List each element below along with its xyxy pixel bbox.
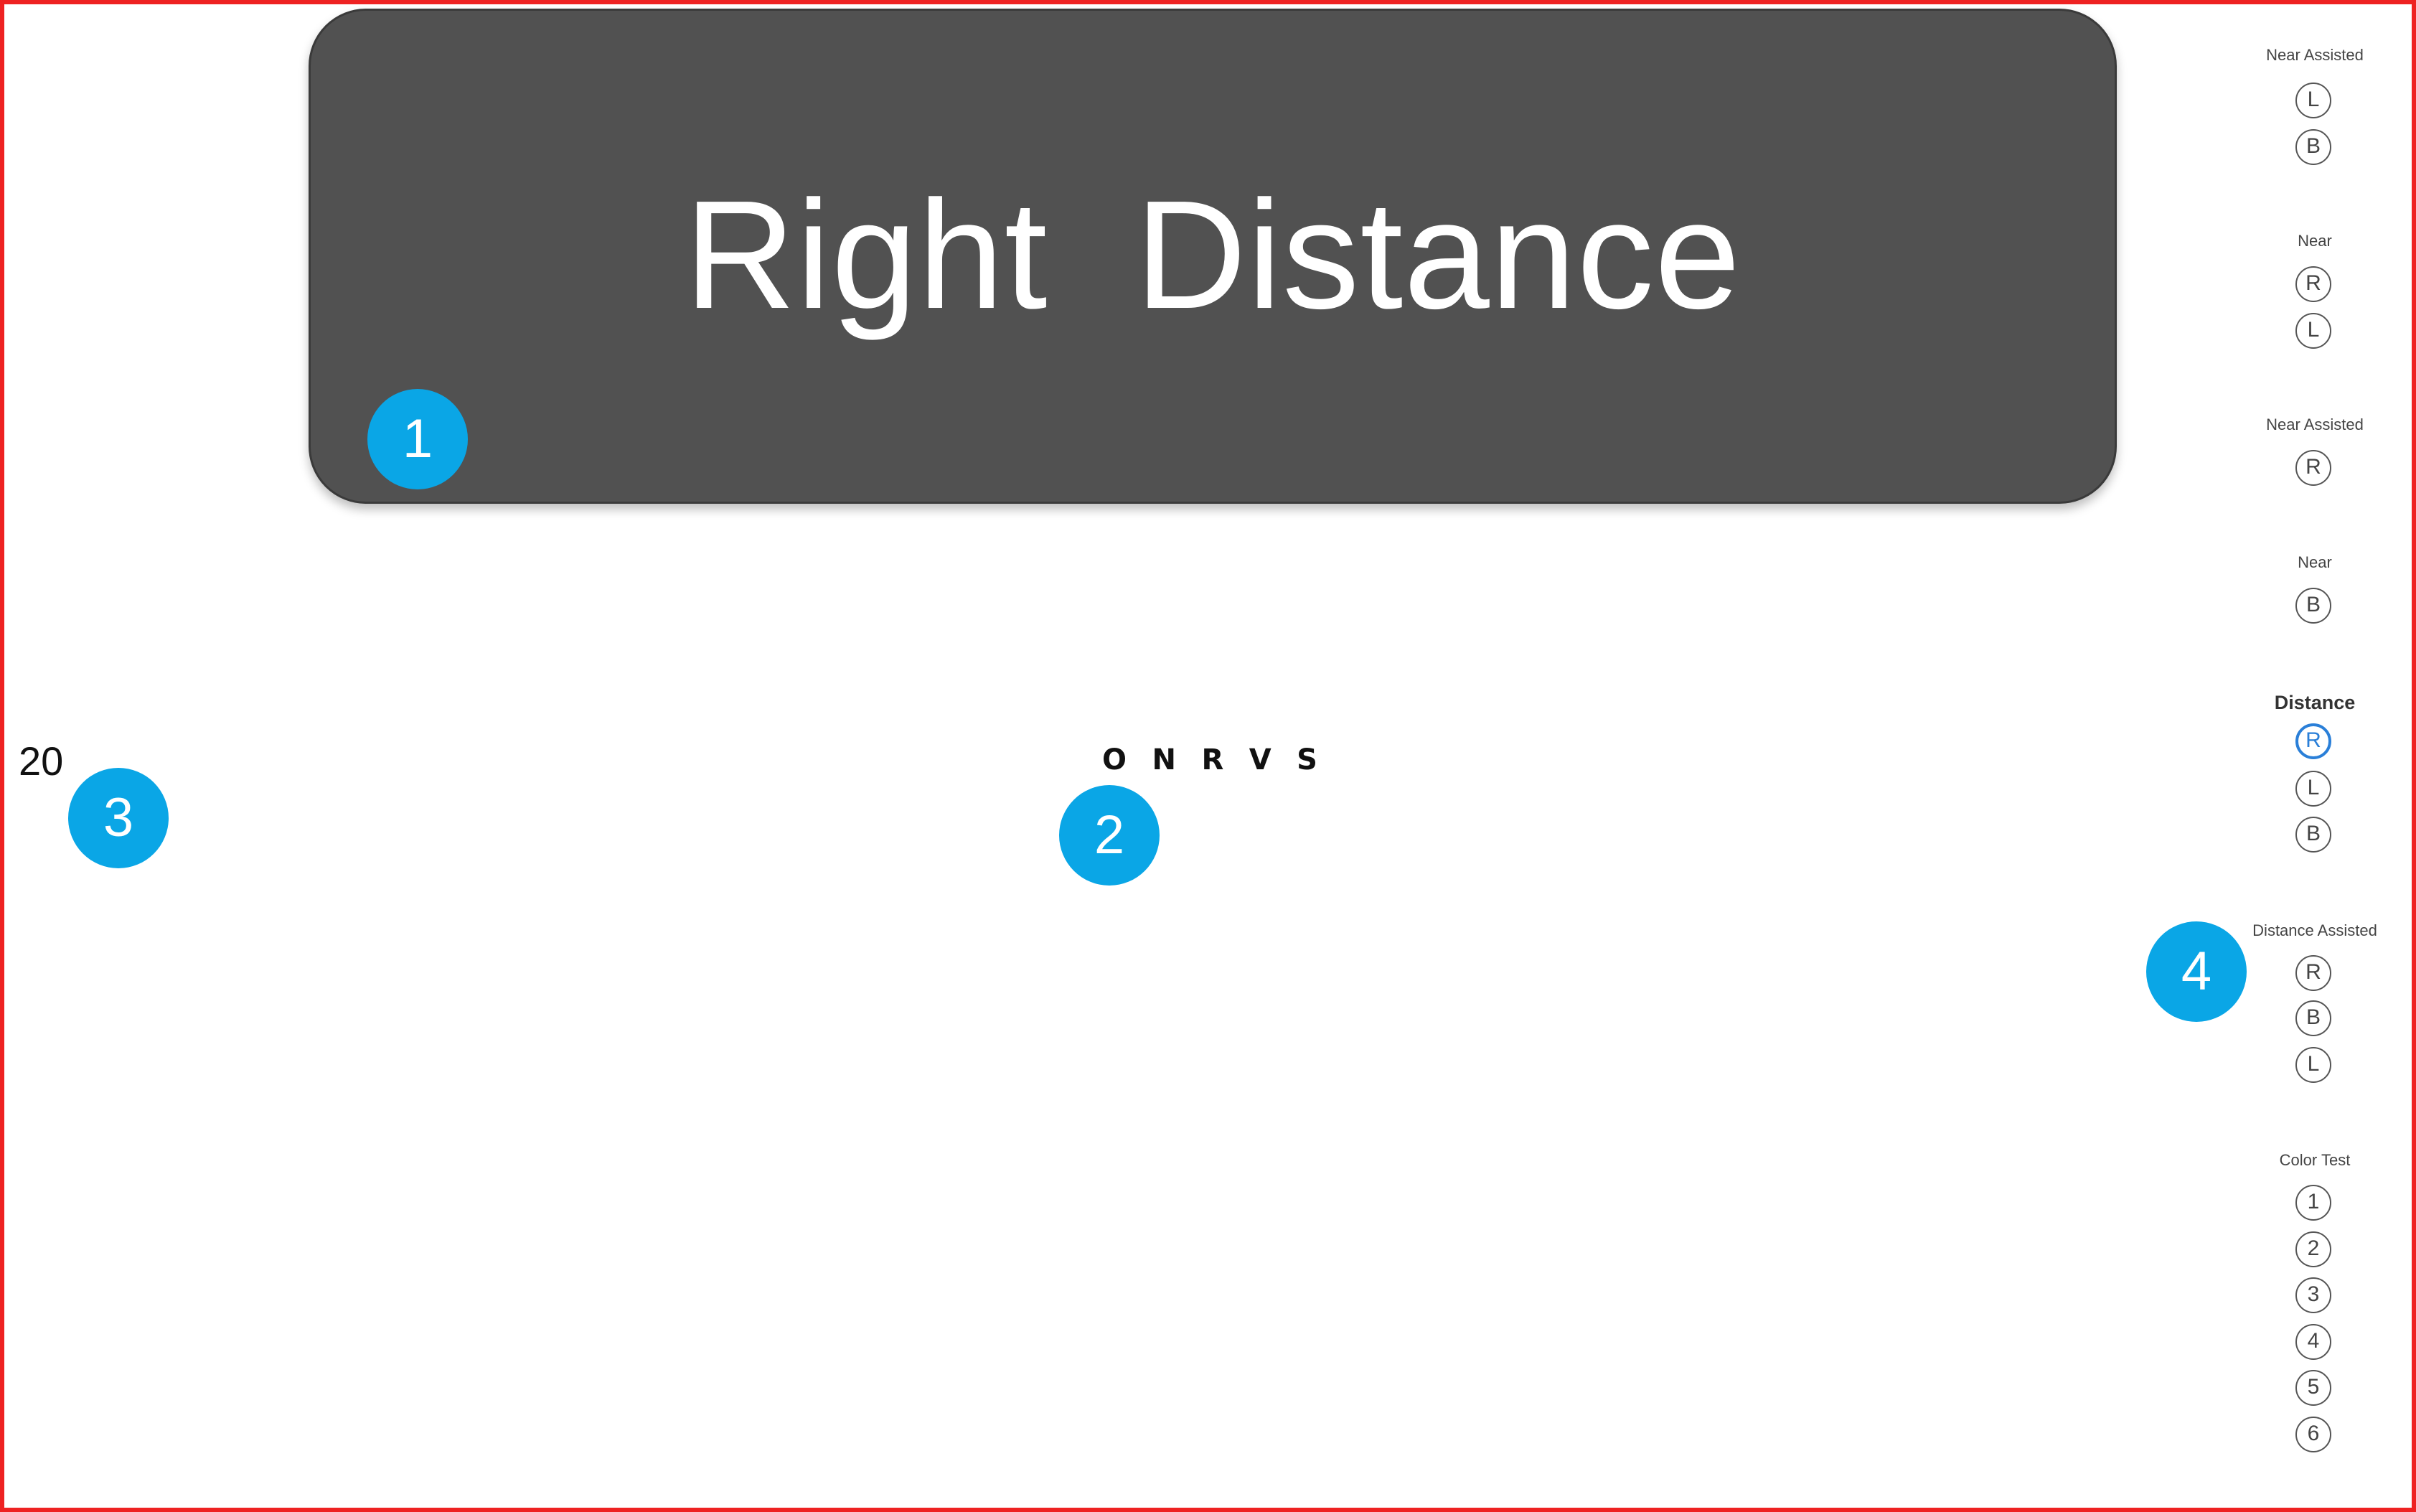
- eye-chart-row: O N R V S: [1102, 742, 1317, 778]
- option-distance-l[interactable]: L: [2295, 771, 2331, 807]
- chart-letter: O: [1102, 743, 1127, 776]
- option-distance-assisted-l[interactable]: L: [2295, 1047, 2331, 1083]
- option-color-test-3[interactable]: 3: [2295, 1277, 2331, 1313]
- group-label-distance: Distance: [2274, 692, 2356, 713]
- chart-letter: S: [1297, 743, 1317, 776]
- option-near-assisted-b[interactable]: B: [2295, 129, 2331, 165]
- group-label-near: Near: [2298, 232, 2332, 250]
- chart-letter: V: [1249, 743, 1272, 776]
- option-near-r[interactable]: R: [2295, 266, 2331, 302]
- test-title-banner: Right Distance: [309, 9, 2117, 504]
- callout-badge-1: 1: [367, 389, 468, 489]
- option-near-assisted-r[interactable]: R: [2295, 450, 2331, 486]
- option-distance-r[interactable]: R: [2295, 723, 2331, 759]
- chart-letter: N: [1152, 743, 1176, 776]
- banner-title: Right Distance: [684, 168, 1742, 341]
- chart-letter: R: [1201, 743, 1224, 776]
- group-label-near-2: Near: [2298, 553, 2332, 571]
- option-near-l[interactable]: L: [2295, 313, 2331, 349]
- group-label-near-assisted: Near Assisted: [2266, 46, 2364, 64]
- group-label-near-assisted-2: Near Assisted: [2266, 415, 2364, 433]
- group-label-distance-assisted: Distance Assisted: [2252, 921, 2377, 939]
- callout-badge-3: 3: [68, 768, 169, 868]
- test-selector-sidebar: Near Assisted L B Near R L Near Assisted…: [2214, 4, 2415, 1511]
- option-color-test-5[interactable]: 5: [2295, 1370, 2331, 1406]
- option-color-test-4[interactable]: 4: [2295, 1324, 2331, 1360]
- option-color-test-2[interactable]: 2: [2295, 1231, 2331, 1267]
- option-near-b[interactable]: B: [2295, 588, 2331, 624]
- option-distance-assisted-b[interactable]: B: [2295, 1000, 2331, 1036]
- callout-badge-2: 2: [1059, 785, 1160, 886]
- acuity-value: 20: [19, 738, 64, 784]
- app-frame: Right Distance 1 O N R V S 2 20 3 4 Near…: [0, 0, 2416, 1512]
- option-color-test-6[interactable]: 6: [2295, 1417, 2331, 1452]
- group-label-color-test: Color Test: [2279, 1151, 2351, 1169]
- option-near-assisted-l[interactable]: L: [2295, 83, 2331, 118]
- option-color-test-1[interactable]: 1: [2295, 1185, 2331, 1221]
- option-distance-assisted-r[interactable]: R: [2295, 955, 2331, 991]
- option-distance-b[interactable]: B: [2295, 817, 2331, 853]
